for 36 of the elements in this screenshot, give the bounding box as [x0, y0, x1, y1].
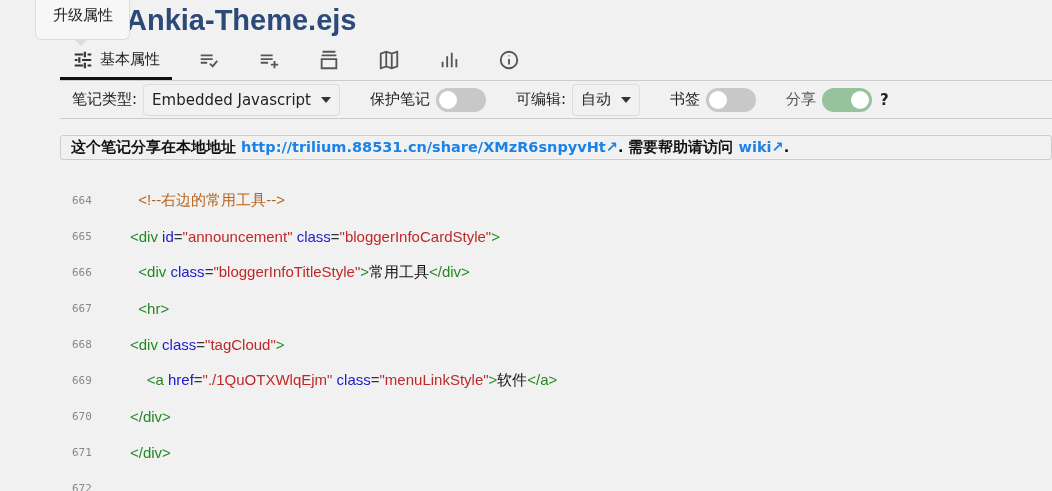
line-number: 667 — [71, 301, 93, 315]
code-line: </div> — [130, 443, 171, 461]
help-mark[interactable]: ? — [880, 90, 889, 109]
dropdown[interactable]: 自动 — [572, 83, 640, 116]
line-number: 665 — [71, 229, 93, 243]
line-number: 671 — [71, 445, 93, 459]
property-label: 分享 — [786, 90, 816, 109]
code-line: <a href="./1QuOTXWlqEjm" class="menuLinkStyle">软件</a> — [145, 370, 558, 390]
property-label: 书签 — [670, 90, 700, 109]
property-label: 可编辑: — [515, 90, 566, 109]
line-number: 664 — [71, 193, 93, 207]
line-number: 668 — [71, 337, 93, 351]
dropdown[interactable]: Embedded Javascript — [143, 83, 340, 116]
toggle-switch[interactable] — [435, 87, 486, 112]
property-label: 笔记类型: — [72, 90, 138, 109]
code-line: <!--右边的常用工具--> — [137, 190, 285, 210]
code-line: <div id="announcement" class="bloggerInfoCardStyle"> — [130, 227, 500, 245]
line-number: 666 — [71, 265, 93, 279]
line-number: 669 — [71, 373, 93, 387]
code-line: <div class="tagCloud"> — [130, 335, 285, 353]
share-notice: 这个笔记分享在本地地址 http://trilium.88531.cn/share/XMzR6snpyvHt↗. 需要帮助请访问 wiki↗. — [60, 135, 1052, 160]
property-label: 保护笔记 — [369, 90, 430, 109]
code-line: </div> — [130, 407, 171, 425]
line-number: 670 — [71, 409, 93, 423]
code-line: <div class="bloggerInfoTitleStyle">常用工具</div> — [137, 262, 470, 282]
caret-icon — [320, 96, 331, 103]
toggle-switch[interactable] — [822, 87, 872, 112]
caret-icon — [621, 96, 631, 103]
stack-icon — [318, 48, 340, 71]
toggle-switch[interactable] — [706, 87, 756, 112]
map-icon — [378, 48, 400, 71]
line-number: 672 — [71, 481, 93, 491]
tooltip-arrow — [75, 40, 87, 46]
info-icon — [498, 48, 520, 71]
code-line: <hr> — [137, 299, 170, 317]
tooltip: 升级属性 — [35, 0, 130, 40]
